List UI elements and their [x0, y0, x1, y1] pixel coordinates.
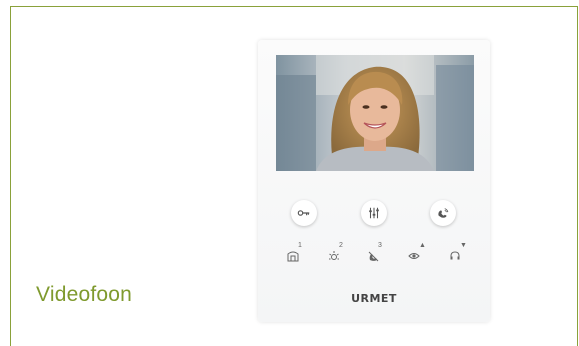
handset-button[interactable] [430, 200, 456, 226]
key-icon [297, 210, 310, 216]
menu-button[interactable] [361, 200, 387, 226]
indicator-eye-label: ▲ [419, 242, 426, 249]
eye-icon [408, 253, 420, 259]
woman-portrait-image [276, 55, 474, 171]
handset-icon [438, 208, 449, 218]
headset-icon [450, 251, 460, 260]
indicator-light-label: 2 [339, 242, 343, 249]
indicator-door: 1 [285, 242, 302, 264]
indicator-row: 1 2 3 ▲ ▼ [258, 242, 490, 268]
indicator-headset-label: ▼ [460, 242, 467, 249]
brand-logo: URMET [351, 292, 397, 305]
intercom-screen-image [276, 55, 474, 171]
indicator-mute-label: 3 [378, 242, 382, 249]
door-key-button[interactable] [291, 200, 317, 226]
menu-sliders-icon [369, 207, 379, 219]
control-buttons-row [258, 200, 490, 230]
indicator-door-label: 1 [298, 242, 302, 249]
video-intercom-device: 1 2 3 ▲ ▼ URMET [258, 40, 490, 322]
mute-icon [368, 251, 379, 262]
indicator-mute: 3 [365, 242, 382, 264]
light-icon [329, 251, 339, 260]
indicator-eye: ▲ [406, 242, 426, 264]
indicator-headset: ▼ [447, 242, 467, 264]
product-caption: Videofoon [36, 283, 133, 306]
indicator-light: 2 [326, 242, 343, 264]
door-icon [287, 251, 299, 262]
